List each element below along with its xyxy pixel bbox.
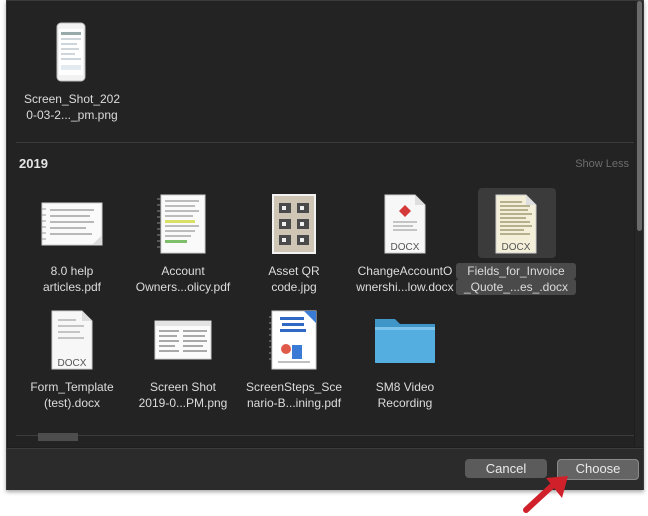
file-chooser-dialog: Screen_Shot_202 0-03-2..._pm.png 2019 Sho…: [6, 0, 644, 490]
file-browser: Screen_Shot_202 0-03-2..._pm.png 2019 Sho…: [8, 1, 634, 447]
phone-screenshot-icon: [12, 17, 132, 85]
screenshot-image-icon: [123, 305, 243, 373]
file-name: Screen_Shot_202 0-03-2..._pm.png: [23, 92, 121, 122]
file-name: Screen Shot 2019-0...PM.png: [138, 380, 228, 410]
docx-document-icon: DOCX: [12, 305, 132, 373]
next-section-header-partial: [38, 433, 78, 441]
section-divider: [16, 435, 634, 436]
docx-badge: DOCX: [502, 242, 531, 253]
folder-name: SM8 Video Recording: [375, 380, 435, 410]
qr-image-icon: [234, 189, 354, 257]
file-name: Form_Template (test).docx: [30, 380, 114, 410]
section-header: 2019 Show Less: [17, 151, 629, 179]
red-arrow-icon: [523, 476, 568, 513]
file-name: Fields_for_Invoice _Quote_...es_.docx: [456, 263, 576, 295]
docx-document-icon: DOCX: [345, 189, 465, 257]
file-name: 8.0 help articles.pdf: [42, 264, 102, 294]
file-name: ChangeAccountO wnershi...low.docx: [356, 264, 454, 294]
vertical-scrollbar[interactable]: [635, 1, 643, 447]
docx-document-icon: DOCX: [456, 189, 576, 257]
show-less-link[interactable]: Show Less: [575, 158, 629, 170]
pdf-document-icon: [123, 189, 243, 257]
scrollbar-thumb[interactable]: [637, 1, 642, 231]
docx-badge: DOCX: [58, 358, 87, 369]
folder-icon: [345, 305, 465, 373]
section-divider: [16, 142, 634, 143]
file-name: Asset QR code.jpg: [268, 264, 320, 294]
docx-badge: DOCX: [391, 242, 420, 253]
file-name: ScreenSteps_Sce nario-B...ining.pdf: [245, 380, 343, 410]
file-name: Account Owners...olicy.pdf: [135, 264, 231, 294]
pdf-document-icon: [234, 305, 354, 373]
section-year: 2019: [19, 156, 48, 171]
pdf-document-icon: [12, 189, 132, 257]
